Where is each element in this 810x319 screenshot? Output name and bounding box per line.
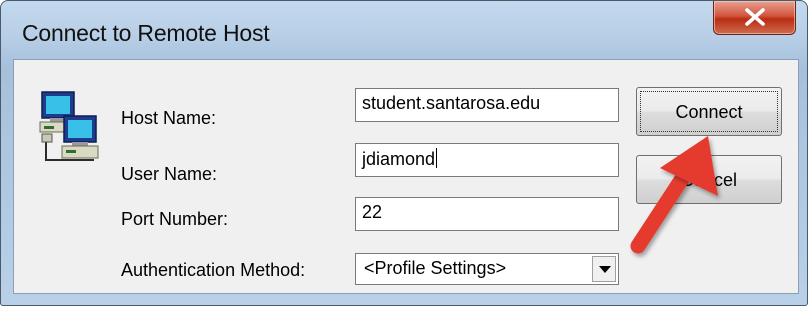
- port-number-label: Port Number:: [121, 209, 229, 229]
- close-icon: [745, 8, 765, 26]
- networked-computers-icon: [39, 91, 99, 161]
- close-button[interactable]: [713, 1, 796, 35]
- dialog-body: Host Name: student.santarosa.edu User Na…: [13, 59, 799, 294]
- text-caret: [436, 148, 438, 168]
- user-name-field[interactable]: jdiamond: [355, 143, 619, 177]
- port-number-value: 22: [362, 202, 383, 222]
- host-name-value: student.santarosa.edu: [362, 93, 541, 113]
- title-bar[interactable]: Connect to Remote Host: [1, 1, 807, 55]
- authentication-method-select[interactable]: <Profile Settings>: [355, 253, 619, 285]
- authentication-method-value: <Profile Settings>: [364, 258, 507, 278]
- authentication-method-label: Authentication Method:: [121, 260, 306, 280]
- cancel-button[interactable]: Cancel: [636, 155, 782, 204]
- connect-dialog: Connect to Remote Host Host Name: studen…: [0, 0, 808, 306]
- host-name-label: Host Name:: [121, 108, 217, 128]
- port-number-field[interactable]: 22: [355, 197, 619, 231]
- connect-button-label: Connect: [675, 102, 743, 122]
- cancel-button-label: Cancel: [680, 170, 738, 190]
- chevron-down-icon: [599, 266, 611, 273]
- user-name-label: User Name:: [121, 164, 218, 184]
- dialog-title: Connect to Remote Host: [22, 20, 270, 46]
- user-name-value: jdiamond: [362, 149, 436, 169]
- dropdown-button[interactable]: [592, 256, 616, 282]
- host-name-field[interactable]: student.santarosa.edu: [355, 88, 619, 122]
- connect-button[interactable]: Connect: [636, 87, 782, 136]
